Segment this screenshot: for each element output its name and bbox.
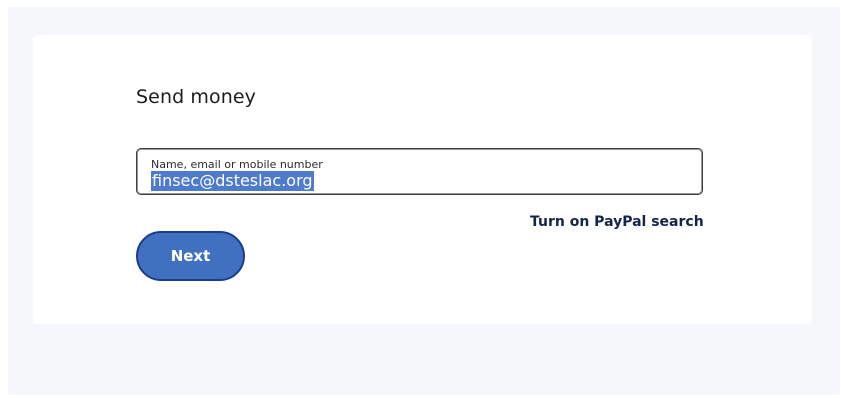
next-button[interactable]: Next — [136, 231, 245, 281]
recipient-input-value[interactable]: finsec@dsteslac.org — [151, 171, 314, 191]
page-title: Send money — [136, 86, 257, 108]
turn-on-paypal-search-link[interactable]: Turn on PayPal search — [530, 214, 704, 230]
recipient-input-label: Name, email or mobile number — [151, 158, 323, 171]
recipient-input[interactable]: Name, email or mobile number finsec@dste… — [136, 148, 703, 195]
